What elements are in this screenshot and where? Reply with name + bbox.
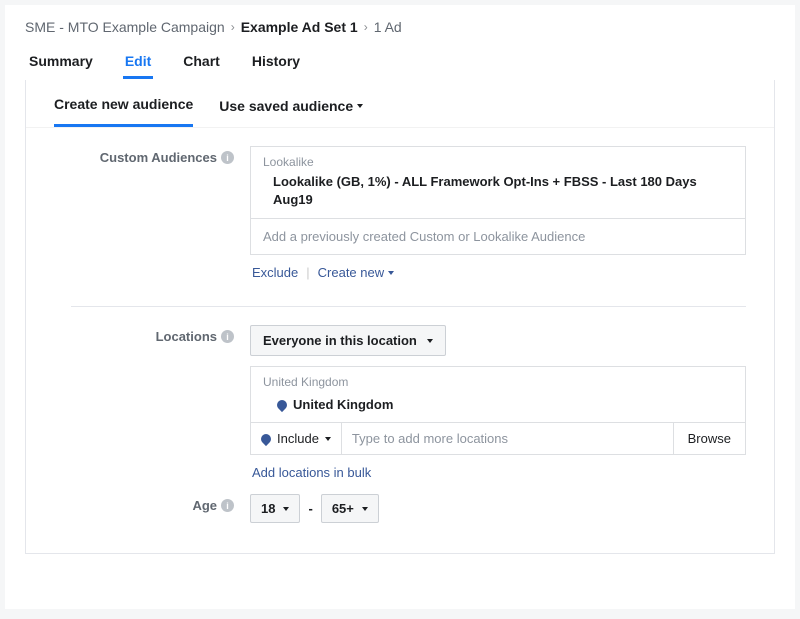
caret-down-icon (357, 104, 363, 108)
subtab-saved-label: Use saved audience (219, 98, 353, 114)
info-icon[interactable]: i (221, 499, 234, 512)
caret-down-icon (388, 271, 394, 275)
location-item[interactable]: United Kingdom (251, 397, 745, 422)
locations-box: United Kingdom United Kingdom Include Ty… (250, 366, 746, 455)
info-icon[interactable]: i (221, 330, 234, 343)
tab-edit[interactable]: Edit (123, 45, 153, 79)
caret-down-icon (283, 507, 289, 511)
caret-down-icon (427, 339, 433, 343)
breadcrumb-adset[interactable]: Example Ad Set 1 (241, 19, 358, 35)
locations-label: Locations i (54, 325, 234, 480)
age-label: Age i (54, 494, 234, 523)
tab-summary[interactable]: Summary (27, 45, 95, 79)
audience-add-input[interactable]: Add a previously created Custom or Looka… (251, 218, 745, 254)
subtab-create-audience[interactable]: Create new audience (54, 96, 193, 127)
location-group: United Kingdom (251, 367, 745, 397)
section-custom-audiences: Custom Audiences i Lookalike Lookalike (… (26, 128, 774, 280)
audience-subtabs: Create new audience Use saved audience (26, 80, 774, 128)
tab-history[interactable]: History (250, 45, 302, 79)
separator: | (306, 265, 309, 280)
add-locations-bulk-link[interactable]: Add locations in bulk (250, 455, 371, 480)
location-pin-icon (259, 432, 273, 446)
main-tabs: Summary Edit Chart History (25, 45, 775, 80)
custom-audiences-label-text: Custom Audiences (100, 150, 217, 165)
custom-audiences-label: Custom Audiences i (54, 146, 234, 280)
caret-down-icon (325, 437, 331, 441)
breadcrumb-ad[interactable]: 1 Ad (374, 19, 402, 35)
include-dropdown[interactable]: Include (251, 423, 341, 454)
location-scope-label: Everyone in this location (263, 333, 417, 348)
age-label-text: Age (192, 498, 217, 513)
age-min-value: 18 (261, 501, 275, 516)
age-min-select[interactable]: 18 (250, 494, 300, 523)
custom-audiences-box: Lookalike Lookalike (GB, 1%) - ALL Frame… (250, 146, 746, 255)
breadcrumb-campaign[interactable]: SME - MTO Example Campaign (25, 19, 225, 35)
breadcrumb: SME - MTO Example Campaign › Example Ad … (25, 17, 775, 45)
chevron-right-icon: › (231, 20, 235, 34)
audience-item[interactable]: Lookalike (GB, 1%) - ALL Framework Opt-I… (251, 171, 745, 218)
subtab-saved-audience[interactable]: Use saved audience (219, 96, 363, 127)
section-locations: Locations i Everyone in this location Un… (26, 307, 774, 480)
location-search-input[interactable]: Type to add more locations (342, 423, 673, 454)
age-max-select[interactable]: 65+ (321, 494, 379, 523)
create-new-link[interactable]: Create new (318, 265, 394, 280)
age-max-value: 65+ (332, 501, 354, 516)
tab-chart[interactable]: Chart (181, 45, 222, 79)
info-icon[interactable]: i (221, 151, 234, 164)
location-item-label: United Kingdom (293, 397, 393, 412)
caret-down-icon (362, 507, 368, 511)
browse-button[interactable]: Browse (673, 423, 745, 454)
audience-category: Lookalike (251, 147, 745, 171)
exclude-link[interactable]: Exclude (252, 265, 298, 280)
location-scope-dropdown[interactable]: Everyone in this location (250, 325, 446, 356)
locations-label-text: Locations (156, 329, 217, 344)
chevron-right-icon: › (364, 20, 368, 34)
include-label: Include (277, 431, 319, 446)
location-pin-icon (275, 398, 289, 412)
age-dash: - (308, 501, 312, 516)
create-new-label: Create new (318, 265, 384, 280)
section-age: Age i 18 - 65+ (26, 480, 774, 523)
